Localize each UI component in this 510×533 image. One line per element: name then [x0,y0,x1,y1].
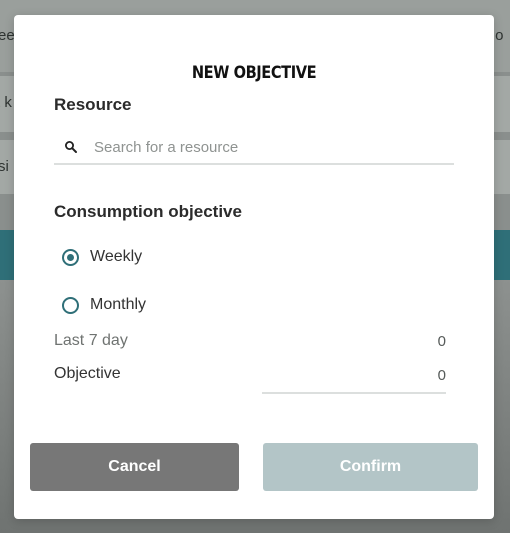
radio-weekly[interactable]: Weekly [62,244,142,270]
radio-monthly-label: Monthly [90,296,147,313]
objective-field[interactable] [262,361,446,394]
last-7-day-label: Last 7 day [54,332,128,349]
dialog-title: NEW OBJECTIVE [191,63,317,83]
new-objective-dialog: NEW OBJECTIVE Resource Consumption objec… [14,15,494,519]
radio-monthly[interactable]: Monthly [62,292,146,318]
confirm-button[interactable]: Confirm [263,443,478,491]
consumption-objective-label: Consumption objective [54,202,242,221]
cancel-button[interactable]: Cancel [30,443,239,491]
resource-label: Resource [54,95,132,114]
objective-label: Objective [54,365,121,382]
background-text: si [0,158,9,175]
background-text: ee [0,27,15,44]
last-7-day-value: 0 [437,333,446,350]
radio-weekly-label: Weekly [90,248,143,265]
background-text: t k [0,94,12,111]
objective-input[interactable] [262,363,446,387]
resource-search-input[interactable] [94,135,444,159]
radio-selected-icon[interactable] [62,248,79,266]
radio-unselected-icon[interactable] [62,296,79,314]
resource-search-field[interactable] [54,131,454,165]
search-icon [65,141,77,153]
